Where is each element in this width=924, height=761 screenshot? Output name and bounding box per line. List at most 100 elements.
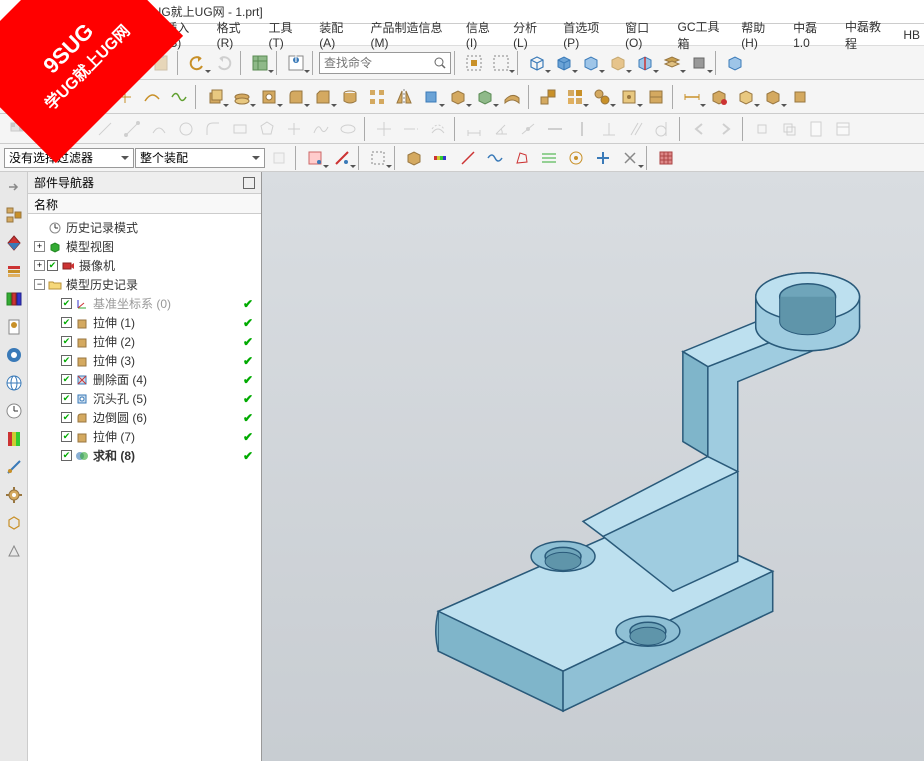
- checkbox-icon[interactable]: [61, 450, 72, 461]
- info-button[interactable]: i: [283, 50, 309, 76]
- nav-cube-icon[interactable]: [3, 512, 25, 534]
- checkbox-icon[interactable]: [61, 317, 72, 328]
- nav-doc-icon[interactable]: [3, 316, 25, 338]
- sel-face-button[interactable]: [302, 145, 328, 171]
- meas4-button[interactable]: [760, 84, 786, 110]
- blue-cube-button[interactable]: [418, 84, 444, 110]
- assy1-button[interactable]: [535, 84, 561, 110]
- tree-model-view[interactable]: + 模型视图: [30, 237, 259, 256]
- menu-assembly[interactable]: 装配(A): [315, 17, 358, 52]
- menu-info[interactable]: 信息(I): [462, 17, 501, 52]
- sel-wave-button[interactable]: [482, 145, 508, 171]
- nav-gear-icon[interactable]: [3, 484, 25, 506]
- checkbox-icon[interactable]: [61, 336, 72, 347]
- checkbox-icon[interactable]: [47, 260, 58, 271]
- tree-extrude-1[interactable]: 拉伸 (1) ✔: [30, 313, 259, 332]
- tree-counterbore[interactable]: 沉头孔 (5) ✔: [30, 389, 259, 408]
- sel-line-button[interactable]: [455, 145, 481, 171]
- command-search[interactable]: [319, 52, 451, 74]
- nav-kite-icon[interactable]: [3, 232, 25, 254]
- small-doc-button[interactable]: [803, 116, 829, 142]
- cube-wire-button[interactable]: [524, 50, 550, 76]
- pattern-button[interactable]: [364, 84, 390, 110]
- sel-cross-button[interactable]: [617, 145, 643, 171]
- graphics-viewport[interactable]: [262, 172, 924, 761]
- tree-camera[interactable]: + 摄像机: [30, 256, 259, 275]
- curve1-button[interactable]: [139, 84, 165, 110]
- checkbox-icon[interactable]: [61, 393, 72, 404]
- sk-spline-button[interactable]: [308, 116, 334, 142]
- f1-button[interactable]: [266, 145, 292, 171]
- chamfer-button[interactable]: [310, 84, 336, 110]
- revolve-button[interactable]: [229, 84, 255, 110]
- hole-button[interactable]: [256, 84, 282, 110]
- sk-circle-button[interactable]: [173, 116, 199, 142]
- sel-target-button[interactable]: [563, 145, 589, 171]
- assy5-button[interactable]: [643, 84, 669, 110]
- tree-csys[interactable]: 基准坐标系 (0) ✔: [30, 294, 259, 313]
- transparent-button[interactable]: [605, 50, 631, 76]
- redo-button[interactable]: [211, 50, 237, 76]
- extrude-button[interactable]: [202, 84, 228, 110]
- checkbox-icon[interactable]: [61, 412, 72, 423]
- expand-icon[interactable]: +: [34, 260, 45, 271]
- menu-help[interactable]: 帮助(H): [737, 17, 781, 52]
- con-tan-button[interactable]: [650, 116, 676, 142]
- section-button[interactable]: [632, 50, 658, 76]
- con-coinc-button[interactable]: [515, 116, 541, 142]
- menu-pmi[interactable]: 产品制造信息(M): [366, 17, 453, 52]
- sel-grid-button[interactable]: [653, 145, 679, 171]
- fillet-button[interactable]: [283, 84, 309, 110]
- menu-tools[interactable]: 工具(T): [264, 17, 307, 52]
- sel-rainbow-button[interactable]: [428, 145, 454, 171]
- zoom-button[interactable]: [488, 50, 514, 76]
- meas5-button[interactable]: [787, 84, 813, 110]
- small-cal-button[interactable]: [830, 116, 856, 142]
- sk-arc-button[interactable]: [146, 116, 172, 142]
- extend-button[interactable]: [398, 116, 424, 142]
- assy4-button[interactable]: [616, 84, 642, 110]
- nav-tree-icon[interactable]: [3, 204, 25, 226]
- checkbox-icon[interactable]: [61, 431, 72, 442]
- pin-icon[interactable]: [243, 177, 255, 189]
- sk-ellipse-button[interactable]: [335, 116, 361, 142]
- menu-zl1[interactable]: 中磊1.0: [789, 17, 833, 52]
- nav-layer-icon[interactable]: [3, 260, 25, 282]
- menu-zltut[interactable]: 中磊教程: [841, 16, 891, 54]
- dim-ang-button[interactable]: [488, 116, 514, 142]
- menu-window[interactable]: 窗口(O): [621, 17, 665, 52]
- assy2-button[interactable]: [562, 84, 588, 110]
- tree-history-mode[interactable]: 历史记录模式: [30, 218, 259, 237]
- sk-point-button[interactable]: [281, 116, 307, 142]
- sk-rect-button[interactable]: [227, 116, 253, 142]
- cube-shadedwire-button[interactable]: [578, 50, 604, 76]
- curve2-button[interactable]: [166, 84, 192, 110]
- nav-book-icon[interactable]: [3, 288, 25, 310]
- nav-globe-icon[interactable]: [3, 372, 25, 394]
- tree-unite[interactable]: 求和 (8) ✔: [30, 446, 259, 465]
- tree-history[interactable]: − 模型历史记录: [30, 275, 259, 294]
- fit-button[interactable]: [461, 50, 487, 76]
- checkbox-icon[interactable]: [61, 374, 72, 385]
- tree-extrude-7[interactable]: 拉伸 (7) ✔: [30, 427, 259, 446]
- sel-body-button[interactable]: [401, 145, 427, 171]
- tree-delete-face[interactable]: 删除面 (4) ✔: [30, 370, 259, 389]
- tree-extrude-3[interactable]: 拉伸 (3) ✔: [30, 351, 259, 370]
- tree-edge-blend[interactable]: 边倒圆 (6) ✔: [30, 408, 259, 427]
- menu-format[interactable]: 格式(R): [213, 17, 257, 52]
- small-rect1-button[interactable]: [749, 116, 775, 142]
- sel-poly-button[interactable]: [509, 145, 535, 171]
- sk-fillet-button[interactable]: [200, 116, 226, 142]
- assy3-button[interactable]: [589, 84, 615, 110]
- search-icon[interactable]: [430, 56, 450, 70]
- trim-button[interactable]: [371, 116, 397, 142]
- undo-button[interactable]: [184, 50, 210, 76]
- gray-cube-button[interactable]: [686, 50, 712, 76]
- arr-left-button[interactable]: [686, 116, 712, 142]
- sk-poly-button[interactable]: [254, 116, 280, 142]
- nav-measure-icon[interactable]: [3, 456, 25, 478]
- surface1-button[interactable]: [499, 84, 525, 110]
- checkbox-icon[interactable]: [61, 298, 72, 309]
- con-par-button[interactable]: [623, 116, 649, 142]
- command-search-input[interactable]: [320, 56, 430, 70]
